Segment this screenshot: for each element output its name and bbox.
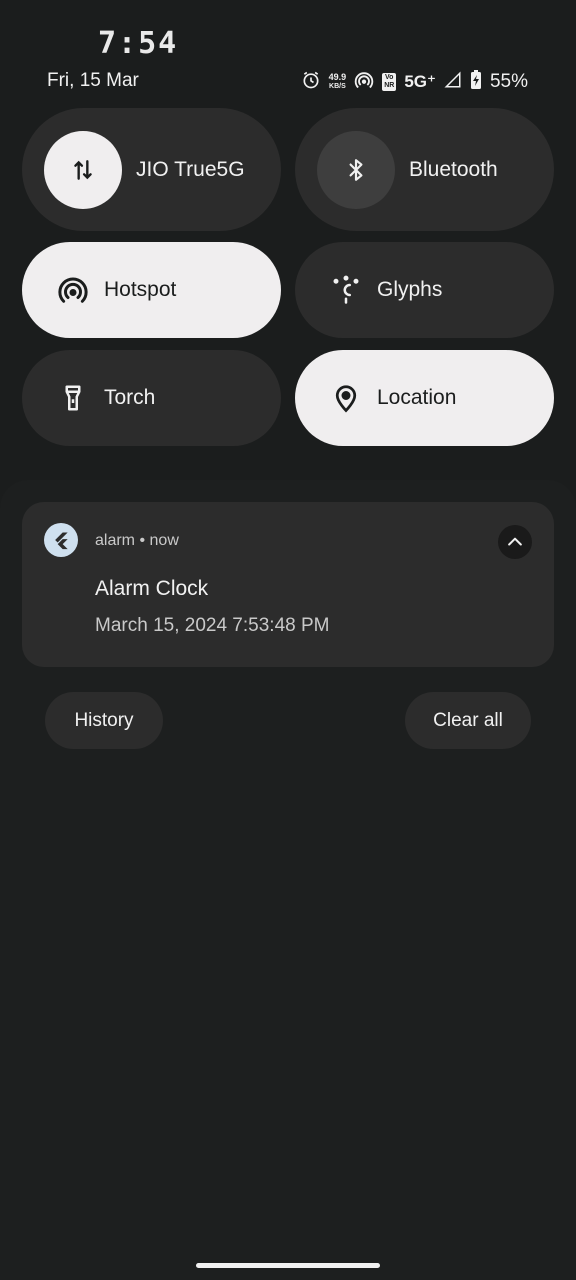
notification-title: Alarm Clock [95, 577, 209, 600]
location-icon [331, 383, 361, 413]
tile-bluetooth[interactable]: Bluetooth [295, 108, 554, 231]
alarm-icon [301, 70, 321, 95]
tile-hotspot[interactable]: Hotspot [22, 242, 281, 338]
tile-label: JIO True5G [136, 157, 245, 181]
notification-time: now [149, 532, 179, 549]
tile-label: Bluetooth [409, 157, 498, 181]
flutter-app-icon [44, 523, 78, 557]
mobile-data-icon [44, 130, 122, 209]
signal-icon [444, 70, 462, 94]
notification-text: March 15, 2024 7:53:48 PM [95, 615, 330, 636]
glyph-icon [331, 275, 361, 305]
volte-icon: Vo NR [382, 73, 397, 91]
bluetooth-icon [317, 130, 395, 209]
tile-label: Torch [104, 386, 156, 409]
hotspot-icon [354, 70, 374, 95]
tile-glyphs[interactable]: Glyphs [295, 242, 554, 338]
chevron-up-icon [508, 537, 522, 546]
notification-header: alarm • now [95, 532, 179, 550]
history-button[interactable]: History [45, 692, 163, 749]
status-clock: 7:54 [98, 26, 179, 61]
volte-bottom: NR [384, 82, 395, 89]
notification-app-name: alarm [95, 532, 136, 549]
battery-percent: 55% [489, 71, 528, 92]
tile-label: Glyphs [377, 278, 443, 301]
collapse-button[interactable] [498, 525, 532, 559]
home-indicator[interactable] [196, 1263, 380, 1268]
tile-label: Location [377, 386, 457, 409]
net-speed-value: 49.9 [328, 72, 347, 82]
tile-label: Hotspot [104, 278, 177, 301]
notification-card[interactable]: alarm • now Alarm Clock March 15, 2024 7… [22, 502, 554, 667]
volte-top: Vo [385, 74, 394, 81]
battery-charging-icon [470, 69, 482, 95]
tile-location[interactable]: Location [295, 350, 554, 446]
status-date[interactable]: Fri, 15 Mar [47, 70, 139, 92]
notification-separator: • [139, 532, 146, 549]
net-speed-unit: KB/S [329, 83, 346, 90]
tile-torch[interactable]: Torch [22, 350, 281, 446]
hotspot-icon [58, 275, 88, 305]
clear-all-button[interactable]: Clear all [405, 692, 531, 749]
torch-icon [58, 383, 88, 413]
net-speed: 49.9 KB/S [329, 73, 347, 91]
network-type: 5G⁺ [404, 72, 436, 91]
tile-mobile-data[interactable]: JIO True5G [22, 108, 281, 231]
status-icons: 49.9 KB/S Vo NR 5G⁺ 55% [301, 68, 528, 96]
